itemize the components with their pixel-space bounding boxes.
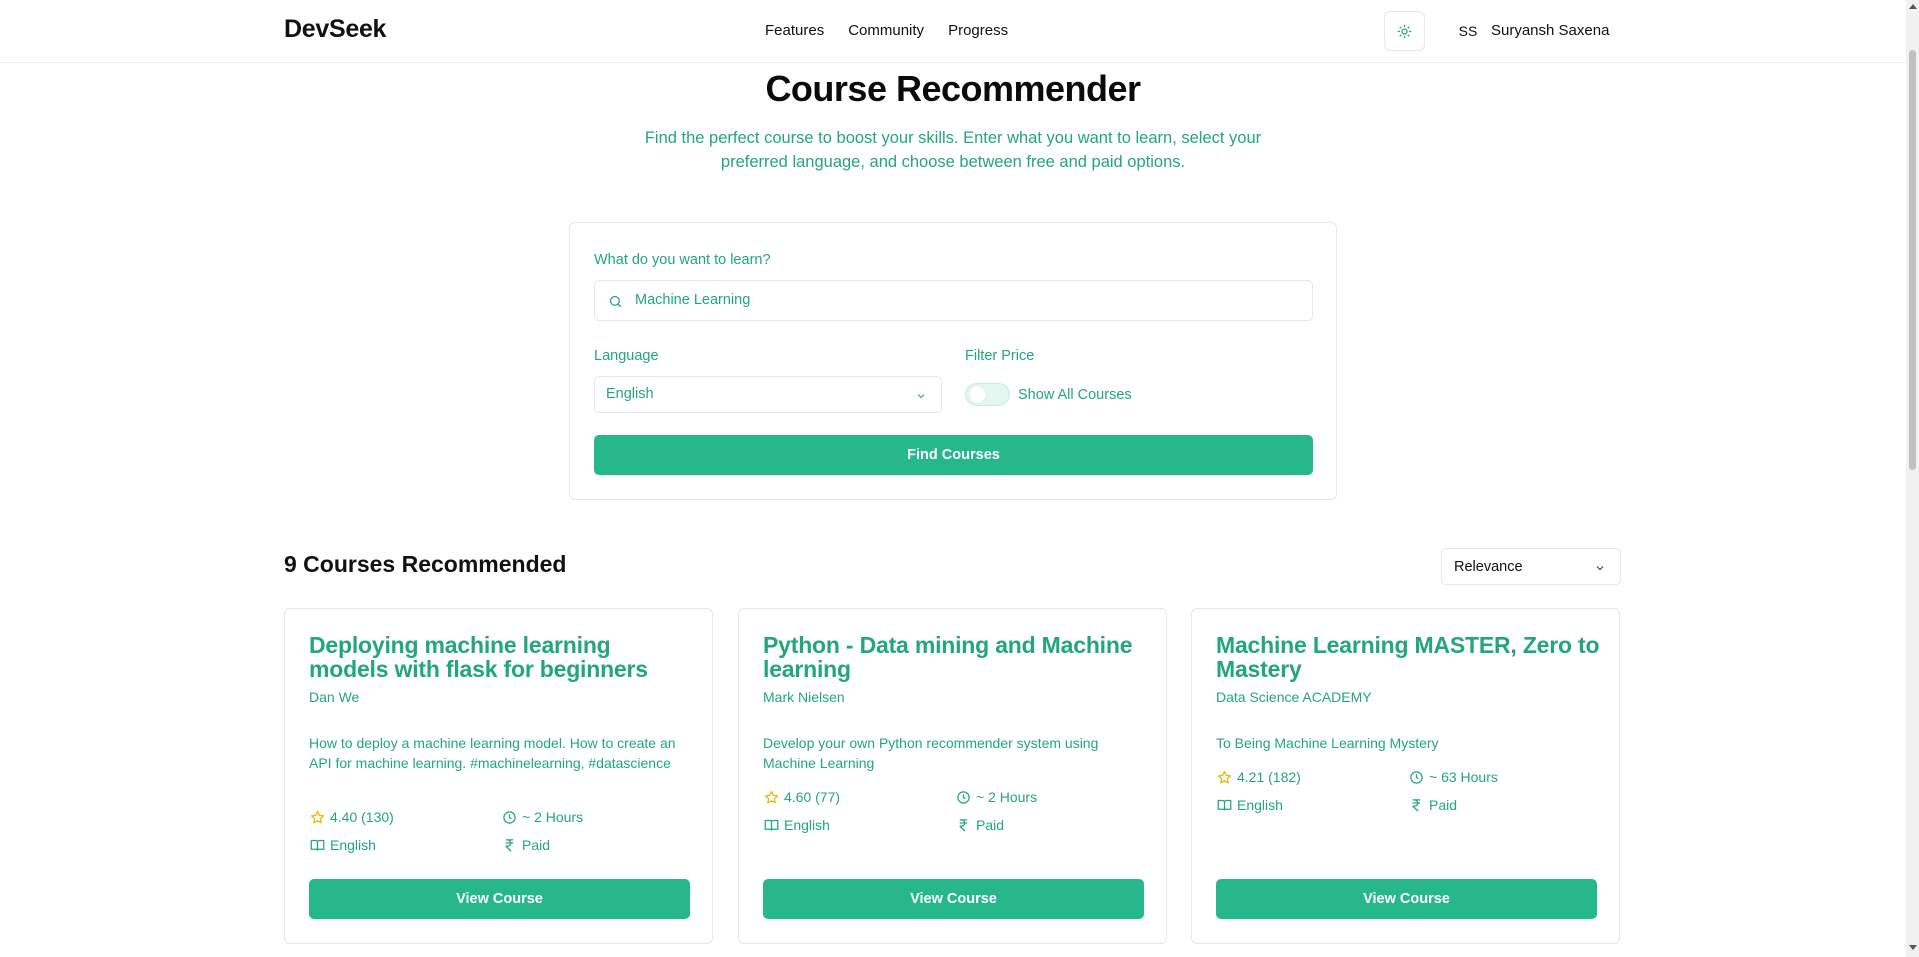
book-icon	[309, 837, 325, 853]
nav-community[interactable]: Community	[848, 22, 924, 39]
course-card: Machine Learning MASTER, Zero to Mastery…	[1191, 608, 1620, 944]
search-icon	[607, 293, 623, 309]
page-subtitle: Find the perfect course to boost your sk…	[644, 129, 1262, 171]
toggle-knob	[969, 386, 986, 403]
brand-logo[interactable]: DevSeek	[284, 15, 386, 44]
rupee-icon	[1408, 797, 1424, 813]
show-all-toggle[interactable]	[965, 383, 1010, 406]
clock-icon	[1408, 769, 1424, 785]
chevron-down-icon	[913, 388, 929, 404]
course-description: To Being Machine Learning Mystery	[1216, 735, 1439, 751]
search-value: Machine Learning	[635, 292, 751, 308]
theme-toggle-button[interactable]	[1384, 11, 1425, 51]
course-price: Paid	[522, 837, 551, 853]
course-price: Paid	[976, 817, 1005, 833]
course-duration: ~ 63 Hours	[1429, 769, 1498, 785]
course-card: Deploying machine learning models with f…	[284, 608, 713, 944]
language-select[interactable]: English	[594, 376, 942, 413]
language-value: English	[606, 386, 654, 402]
course-author: Dan We	[309, 689, 360, 705]
show-all-label[interactable]: Show All Courses	[1018, 387, 1132, 403]
course-author: Data Science ACADEMY	[1216, 689, 1372, 705]
rupee-icon	[501, 837, 517, 853]
course-meta: 4.60 (77) ~ 2 Hours English Paid	[763, 783, 1148, 839]
star-icon	[1216, 769, 1232, 785]
scroll-down-arrow-icon[interactable]	[1909, 945, 1917, 950]
clock-icon	[501, 809, 517, 825]
course-card: Python - Data mining and Machine learnin…	[738, 608, 1167, 944]
results-title: 9 Courses Recommended	[284, 551, 567, 577]
course-meta: 4.40 (130) ~ 2 Hours English Paid	[309, 803, 694, 859]
main-nav: Features Community Progress	[765, 22, 1008, 39]
sort-value: Relevance	[1454, 559, 1523, 575]
page-title: Course Recommender	[765, 68, 1141, 109]
view-course-button[interactable]: View Course	[309, 879, 690, 919]
course-language: English	[784, 817, 830, 833]
find-courses-button[interactable]: Find Courses	[594, 435, 1313, 475]
view-course-button[interactable]: View Course	[1216, 879, 1597, 919]
course-author: Mark Nielsen	[763, 689, 845, 705]
view-course-button[interactable]: View Course	[763, 879, 1144, 919]
course-duration: ~ 2 Hours	[976, 789, 1038, 805]
course-rating: 4.60 (77)	[784, 789, 841, 805]
course-language: English	[1237, 797, 1283, 813]
user-name: Suryansh Saxena	[1491, 22, 1610, 39]
star-icon	[309, 809, 325, 825]
book-icon	[1216, 797, 1232, 813]
course-description: Develop your own Python recommender syst…	[763, 735, 1099, 771]
search-form: What do you want to learn? Machine Learn…	[569, 222, 1337, 500]
search-label: What do you want to learn?	[594, 252, 771, 268]
language-label: Language	[594, 348, 659, 364]
scroll-up-arrow-icon[interactable]	[1909, 4, 1917, 9]
star-icon	[763, 789, 779, 805]
rupee-icon	[955, 817, 971, 833]
book-icon	[763, 817, 779, 833]
chevron-down-icon	[1592, 560, 1608, 576]
sort-select[interactable]: Relevance	[1441, 548, 1621, 585]
top-header: DevSeek Features Community Progress SS S…	[0, 0, 1906, 63]
course-description: How to deploy a machine learning model. …	[309, 735, 676, 771]
course-duration: ~ 2 Hours	[522, 809, 584, 825]
sun-icon	[1397, 23, 1413, 39]
course-title[interactable]: Deploying machine learning models with f…	[309, 633, 694, 681]
course-rating: 4.21 (182)	[1237, 769, 1301, 785]
course-title[interactable]: Python - Data mining and Machine learnin…	[763, 633, 1148, 681]
course-meta: 4.21 (182) ~ 63 Hours English Paid	[1216, 763, 1601, 819]
user-menu[interactable]: SS Suryansh Saxena	[1455, 22, 1610, 39]
clock-icon	[955, 789, 971, 805]
price-filter-label: Filter Price	[965, 348, 1035, 364]
avatar: SS	[1458, 22, 1478, 39]
scrollbar-thumb[interactable]	[1909, 50, 1916, 470]
course-language: English	[330, 837, 376, 853]
course-rating: 4.40 (130)	[330, 809, 394, 825]
nav-progress[interactable]: Progress	[948, 22, 1008, 39]
course-title[interactable]: Machine Learning MASTER, Zero to Mastery	[1216, 633, 1601, 681]
course-price: Paid	[1429, 797, 1458, 813]
nav-features[interactable]: Features	[765, 22, 824, 39]
search-input[interactable]: Machine Learning	[594, 280, 1313, 321]
